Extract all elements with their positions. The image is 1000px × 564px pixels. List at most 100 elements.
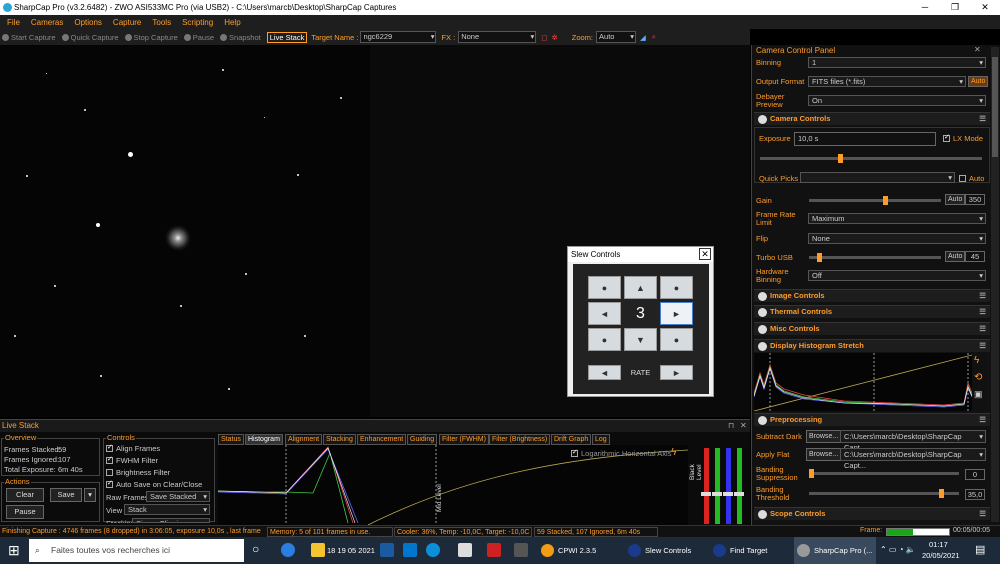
clock-time[interactable]: 01:17 xyxy=(929,540,948,549)
edge-icon[interactable] xyxy=(281,543,295,557)
scrollbar-thumb[interactable] xyxy=(992,57,998,157)
view-select[interactable]: Stack xyxy=(124,504,210,515)
fwhm-filter-check[interactable] xyxy=(106,455,113,464)
menu-capture[interactable]: Capture xyxy=(113,18,141,27)
turbo-usb-slider[interactable] xyxy=(809,253,941,262)
slew-north-button[interactable]: ▲ xyxy=(624,276,657,299)
red-level-bar[interactable] xyxy=(704,448,709,524)
pause-stack-button[interactable]: Pause xyxy=(6,505,44,519)
menu-tools[interactable]: Tools xyxy=(152,18,171,27)
menu-icon[interactable]: ☰ xyxy=(979,414,986,426)
quick-picks-select[interactable] xyxy=(800,172,955,183)
brightness-filter-checkbox[interactable]: Brightness Filter xyxy=(106,468,170,477)
scope-controls-section[interactable]: Scope Controls ☰ xyxy=(754,507,990,520)
live-stack-close-icon[interactable]: ✕ xyxy=(740,421,747,430)
hw-binning-select[interactable]: Off xyxy=(808,270,986,281)
app-icon-4[interactable] xyxy=(458,543,472,557)
save-icon[interactable]: ▣ xyxy=(974,389,983,400)
blue-level-bar[interactable] xyxy=(726,448,731,524)
binning-select[interactable]: 1 xyxy=(808,57,986,68)
auto-save-checkbox[interactable]: Auto Save on Clear/Close xyxy=(106,479,202,489)
thermal-controls-section[interactable]: Thermal Controls ☰ xyxy=(754,305,990,318)
camera-image[interactable] xyxy=(0,45,370,417)
zoom-select[interactable]: Auto xyxy=(596,31,637,43)
camera-controls-section[interactable]: Camera Controls ☰ xyxy=(754,112,990,125)
banding-suppression-value[interactable]: 0 xyxy=(965,469,985,480)
dark-path-select[interactable]: C:\Users\marcb\Desktop\SharpCap Capt... xyxy=(840,430,986,452)
tab-filter-brightness[interactable]: Filter (Brightness) xyxy=(489,434,551,445)
taskbar-slew[interactable]: Slew Controls xyxy=(625,537,705,564)
clear-button[interactable]: Clear xyxy=(6,488,44,502)
image-controls-section[interactable]: Image Controls ☰ xyxy=(754,289,990,302)
notification-icon[interactable]: ▤ xyxy=(975,543,985,556)
gain-slider-knob[interactable] xyxy=(883,196,888,205)
align-frames-check[interactable] xyxy=(106,443,113,452)
exposure-slider[interactable] xyxy=(760,154,982,163)
menu-icon[interactable]: ☰ xyxy=(979,323,986,335)
exposure-slider-knob[interactable] xyxy=(838,154,843,163)
menu-icon[interactable]: ☰ xyxy=(979,340,986,352)
start-capture-button[interactable]: Start Capture xyxy=(2,33,56,42)
tab-filter-fwhm[interactable]: Filter (FWHM) xyxy=(439,434,489,445)
reset-icon[interactable]: ⟲ xyxy=(974,372,982,383)
slew-sw-button[interactable]: ● xyxy=(588,328,621,351)
green-level-bar[interactable] xyxy=(715,448,720,524)
menu-icon[interactable]: ☰ xyxy=(979,508,986,520)
maximize-button[interactable]: ❐ xyxy=(940,0,970,15)
reticle-icon[interactable]: ◻ xyxy=(541,33,547,42)
level-handles[interactable] xyxy=(701,492,745,496)
tab-stacking[interactable]: Stacking xyxy=(323,434,356,445)
banding-supp-knob[interactable] xyxy=(809,469,814,478)
explorer-icon[interactable] xyxy=(311,543,325,557)
taskbar-sharpcap[interactable]: SharpCap Pro (... xyxy=(794,537,876,564)
tab-histogram[interactable]: Histogram xyxy=(245,434,283,445)
align-frames-checkbox[interactable]: Align Frames xyxy=(106,443,160,453)
zoom-slider-icon[interactable]: ◢ xyxy=(640,33,646,42)
quick-auto-check[interactable] xyxy=(959,175,966,182)
slew-east-button[interactable]: ► xyxy=(660,302,693,325)
app-icon-5[interactable] xyxy=(487,543,501,557)
clock-date[interactable]: 20/05/2021 xyxy=(922,551,960,560)
taskbar-cpwi[interactable]: CPWI 2.3.5 xyxy=(538,537,618,564)
close-button[interactable]: ✕ xyxy=(970,0,1000,15)
banding-suppression-slider[interactable] xyxy=(809,469,959,478)
app-icon-6[interactable] xyxy=(514,543,528,557)
rate-down-button[interactable]: ◄ xyxy=(588,365,621,380)
tab-status[interactable]: Status xyxy=(218,434,244,445)
banding-threshold-slider[interactable] xyxy=(809,489,959,498)
tab-enhancement[interactable]: Enhancement xyxy=(357,434,407,445)
flip-select[interactable]: None xyxy=(808,233,986,244)
turbo-auto-button[interactable]: Auto xyxy=(945,251,966,262)
magnifier-icon[interactable]: ⌕ xyxy=(652,32,656,42)
panel-close-icon[interactable]: ✕ xyxy=(974,45,981,54)
browse-flat-button[interactable]: Browse... xyxy=(806,448,842,461)
menu-file[interactable]: File xyxy=(7,18,20,27)
fx-select[interactable]: None xyxy=(458,31,537,43)
app-icon-1[interactable] xyxy=(380,543,394,557)
display-histogram[interactable] xyxy=(754,353,972,411)
log-axis-check[interactable] xyxy=(571,448,578,457)
lightning-icon[interactable]: ϟ xyxy=(974,355,979,366)
save-button[interactable]: Save xyxy=(50,488,82,502)
turbo-slider-knob[interactable] xyxy=(817,253,822,262)
app-icon-2[interactable] xyxy=(403,543,417,557)
tab-drift-graph[interactable]: Drift Graph xyxy=(551,434,592,445)
raw-frames-select[interactable]: Save Stacked xyxy=(146,491,210,502)
auto-save-check[interactable] xyxy=(106,479,113,488)
menu-help[interactable]: Help xyxy=(224,18,240,27)
slew-south-button[interactable]: ▼ xyxy=(624,328,657,351)
stop-capture-button[interactable]: Stop Capture xyxy=(124,33,178,42)
flat-path-select[interactable]: C:\Users\marcb\Desktop\SharpCap Capt... xyxy=(840,448,986,470)
panel-scrollbar[interactable] xyxy=(991,47,999,522)
luminance-level-bar[interactable] xyxy=(737,448,742,524)
slew-se-button[interactable]: ● xyxy=(660,328,693,351)
pause-button[interactable]: Pause xyxy=(183,33,214,42)
menu-cameras[interactable]: Cameras xyxy=(31,18,63,27)
level-sliders[interactable] xyxy=(701,448,749,524)
taskbar-find-target[interactable]: Find Target xyxy=(710,537,790,564)
output-auto-button[interactable]: Auto xyxy=(968,76,989,87)
quick-auto-checkbox[interactable]: Auto xyxy=(959,174,984,183)
minimize-button[interactable]: ─ xyxy=(910,0,940,15)
frame-rate-select[interactable]: Maximum xyxy=(808,213,986,224)
app-icon-3[interactable] xyxy=(426,543,440,557)
